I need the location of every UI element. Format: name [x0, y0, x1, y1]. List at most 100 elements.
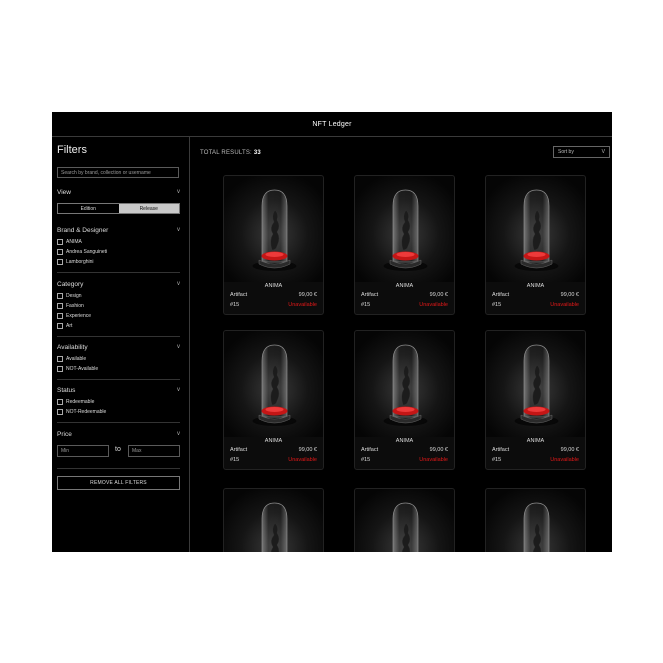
product-image — [355, 489, 454, 552]
product-name: ANIMA — [264, 438, 283, 444]
product-edition: #15 — [361, 457, 371, 463]
checkbox-not-available[interactable]: NOT-Available — [57, 365, 98, 373]
checkbox-available[interactable]: Available — [57, 355, 86, 363]
window-title: NFT Ledger — [52, 112, 612, 137]
checkbox-design[interactable]: Design — [57, 292, 82, 300]
view-section-header[interactable]: View v — [57, 187, 180, 197]
product-card[interactable]: ANIMA Artifact 99,00 € #15 Unavailable — [223, 175, 324, 315]
product-status: Unavailable — [288, 302, 317, 308]
availability-label: Availability — [57, 343, 88, 351]
results-area: TOTAL RESULTS: 33 Sort by V ANIMA Artifac… — [190, 137, 612, 552]
view-option-edition[interactable]: Edition — [58, 204, 119, 213]
product-price: 99,00 € — [298, 447, 317, 453]
checkbox-icon[interactable] — [57, 249, 63, 255]
product-price: 99,00 € — [429, 292, 448, 298]
product-status: Unavailable — [419, 457, 448, 463]
price-label: Price — [57, 430, 72, 438]
total-results: TOTAL RESULTS: 33 — [200, 150, 261, 156]
sort-dropdown[interactable]: Sort by V — [553, 146, 610, 158]
filters-title: Filters — [57, 144, 87, 156]
product-price: 99,00 € — [560, 447, 579, 453]
view-option-release[interactable]: Release — [118, 204, 179, 213]
product-edition: #15 — [230, 302, 240, 308]
red-base-highlight — [527, 407, 546, 412]
checkbox-icon[interactable] — [57, 239, 63, 245]
product-type: Artifact — [361, 292, 379, 298]
checkbox-icon[interactable] — [57, 303, 63, 309]
price-max-input[interactable] — [128, 445, 180, 457]
total-results-label: TOTAL RESULTS: — [200, 150, 252, 156]
product-image — [224, 331, 323, 437]
chevron-down-icon: V — [601, 149, 605, 155]
product-card[interactable]: ANIMA Artifact 99,00 € #15 Unavailable — [223, 330, 324, 470]
chevron-down-icon: v — [177, 227, 180, 233]
divider — [57, 379, 180, 380]
search-input[interactable] — [57, 167, 179, 178]
product-status: Unavailable — [419, 302, 448, 308]
checkbox-icon[interactable] — [57, 409, 63, 415]
product-name: ANIMA — [526, 438, 545, 444]
product-price: 99,00 € — [298, 292, 317, 298]
product-status: Unavailable — [550, 457, 579, 463]
product-edition: #15 — [361, 302, 371, 308]
chevron-down-icon: v — [177, 431, 180, 437]
checkbox-icon[interactable] — [57, 259, 63, 265]
red-base-highlight — [265, 252, 284, 257]
red-base-highlight — [396, 252, 415, 257]
checkbox-not-redeemable[interactable]: NOT-Redeemable — [57, 408, 106, 416]
checkbox-icon[interactable] — [57, 399, 63, 405]
checkbox-icon[interactable] — [57, 293, 63, 299]
product-card[interactable] — [354, 488, 455, 552]
product-image — [224, 489, 323, 552]
checkbox-art[interactable]: Art — [57, 322, 72, 330]
price-to-label: to — [115, 446, 121, 453]
product-name: ANIMA — [264, 283, 283, 289]
checkbox-icon[interactable] — [57, 313, 63, 319]
product-card[interactable]: ANIMA Artifact 99,00 € #15 Unavailable — [485, 175, 586, 315]
product-image — [486, 176, 585, 282]
product-card[interactable] — [223, 488, 324, 552]
product-card[interactable]: ANIMA Artifact 99,00 € #15 Unavailable — [485, 330, 586, 470]
checkbox-andrea-sanguineti[interactable]: Andrea Sanguineti — [57, 248, 107, 256]
chevron-down-icon: v — [177, 344, 180, 350]
view-label: View — [57, 188, 71, 196]
remove-all-filters-button[interactable]: REMOVE ALL FILTERS — [57, 476, 180, 490]
filters-sidebar: Filters View v Edition Release Brand & D… — [52, 137, 190, 552]
divider — [57, 422, 180, 423]
checkbox-redeemable[interactable]: Redeemable — [57, 398, 94, 406]
product-edition: #15 — [492, 457, 502, 463]
product-card[interactable] — [485, 488, 586, 552]
checkbox-lamborghini[interactable]: Lamborghini — [57, 258, 94, 266]
availability-section-header[interactable]: Availability v — [57, 342, 180, 352]
product-name: ANIMA — [395, 438, 414, 444]
chevron-down-icon: v — [177, 281, 180, 287]
divider — [57, 468, 180, 469]
product-edition: #15 — [230, 457, 240, 463]
checkbox-fashion[interactable]: Fashion — [57, 302, 84, 310]
brand-label: Brand & Designer — [57, 226, 109, 234]
brand-section-header[interactable]: Brand & Designer v — [57, 225, 180, 235]
red-base-highlight — [527, 252, 546, 257]
red-base-highlight — [396, 407, 415, 412]
checkbox-icon[interactable] — [57, 366, 63, 372]
product-name: ANIMA — [395, 283, 414, 289]
price-min-input[interactable] — [57, 445, 109, 457]
product-price: 99,00 € — [560, 292, 579, 298]
checkbox-icon[interactable] — [57, 356, 63, 362]
product-type: Artifact — [230, 447, 248, 453]
checkbox-icon[interactable] — [57, 323, 63, 329]
product-name: ANIMA — [526, 283, 545, 289]
product-status: Unavailable — [550, 302, 579, 308]
product-type: Artifact — [492, 292, 510, 298]
category-section-header[interactable]: Category v — [57, 279, 180, 289]
product-card[interactable]: ANIMA Artifact 99,00 € #15 Unavailable — [354, 330, 455, 470]
status-section-header[interactable]: Status v — [57, 385, 180, 395]
red-base-highlight — [265, 407, 284, 412]
price-section-header[interactable]: Price v — [57, 429, 180, 439]
product-card[interactable]: ANIMA Artifact 99,00 € #15 Unavailable — [354, 175, 455, 315]
product-type: Artifact — [492, 447, 510, 453]
product-type: Artifact — [361, 447, 379, 453]
product-image — [355, 176, 454, 282]
checkbox-experience[interactable]: Experience — [57, 312, 91, 320]
checkbox-anima[interactable]: ANIMA — [57, 238, 82, 246]
